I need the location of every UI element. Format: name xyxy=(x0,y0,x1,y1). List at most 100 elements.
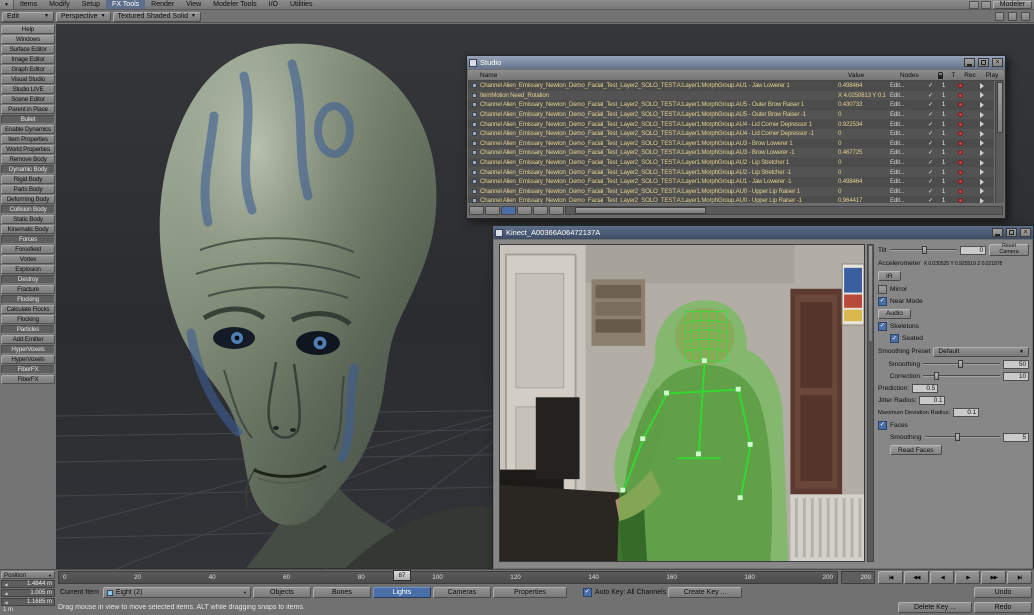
near-mode-checkbox[interactable]: ✓ xyxy=(878,297,887,306)
item-type-button[interactable]: Objects xyxy=(253,587,311,598)
enable-checkmark[interactable]: ✓ xyxy=(924,130,937,137)
max-deviation-value[interactable]: 0.1 xyxy=(953,408,979,417)
smoothing-preset-dropdown[interactable]: Default ▼ xyxy=(933,347,1029,357)
sidebar-item[interactable]: Rigid Body xyxy=(1,175,55,184)
item-type-button[interactable]: Bones xyxy=(313,587,371,598)
table-row[interactable]: Channel Alien_Emissary_Newton_Demo_Facia… xyxy=(468,81,994,91)
sidebar-item[interactable]: Parent in Place xyxy=(1,105,55,114)
close-button[interactable]: × xyxy=(1020,228,1031,237)
minimize-button[interactable] xyxy=(992,228,1003,237)
viewport-zoom-icon[interactable] xyxy=(1021,12,1030,21)
sidebar-item[interactable]: Studio LIVE xyxy=(1,85,55,94)
play-button[interactable] xyxy=(970,188,994,194)
sidebar-item[interactable]: Kinematic Body xyxy=(1,225,55,234)
scrollbar-thumb[interactable] xyxy=(869,246,872,341)
enable-checkmark[interactable]: ✓ xyxy=(924,111,937,118)
enable-checkmark[interactable]: ✓ xyxy=(924,149,937,156)
record-button[interactable] xyxy=(950,131,970,136)
transport-button[interactable]: |◀ xyxy=(878,571,903,584)
minimize-button[interactable] xyxy=(964,58,975,67)
delete-key-button[interactable]: Delete Key ... xyxy=(898,602,972,613)
record-button[interactable] xyxy=(950,179,970,184)
channel-value[interactable]: 0 xyxy=(838,130,890,137)
y-position-stepper[interactable]: ◀ xyxy=(2,591,10,596)
column-play[interactable]: Play xyxy=(980,72,1004,79)
position-mode-dropdown[interactable]: Position ▼ xyxy=(1,571,55,579)
channel-value[interactable]: 0.498464 xyxy=(838,178,890,185)
play-button[interactable] xyxy=(970,112,994,118)
record-button[interactable] xyxy=(950,83,970,88)
frame-slider-handle[interactable]: 87 xyxy=(393,570,411,581)
record-button[interactable] xyxy=(950,141,970,146)
x-position-field[interactable]: ◀ 1.4844 m xyxy=(1,580,55,588)
channel-value[interactable]: 0.467725 xyxy=(838,149,890,156)
seated-checkbox[interactable]: ✓ xyxy=(890,334,899,343)
table-row[interactable]: Channel Alien_Emissary_Newton_Demo_Facia… xyxy=(468,129,994,139)
menu-item[interactable]: I/O xyxy=(263,0,284,9)
smoothing-slider[interactable] xyxy=(923,360,1000,368)
nodes-edit-button[interactable]: Edit... xyxy=(890,101,924,108)
channel-value[interactable]: 0 xyxy=(838,188,890,195)
maximize-button[interactable] xyxy=(1006,228,1017,237)
enable-checkmark[interactable]: ✓ xyxy=(924,178,937,185)
play-button[interactable] xyxy=(970,121,994,127)
play-button[interactable] xyxy=(970,83,994,89)
redo-button[interactable]: Redo xyxy=(974,602,1032,613)
tilt-value[interactable]: 0 xyxy=(960,246,986,255)
sidebar-item[interactable]: Fracture xyxy=(1,285,55,294)
menu-item[interactable]: View xyxy=(180,0,207,9)
viewport-rotate-icon[interactable] xyxy=(995,12,1004,21)
transport-button[interactable]: ◀◀ xyxy=(904,571,929,584)
x-position-stepper[interactable]: ◀ xyxy=(2,582,10,587)
column-t[interactable]: T xyxy=(947,72,960,79)
sidebar-item[interactable]: Parts Body xyxy=(1,185,55,194)
nodes-edit-button[interactable]: Edit... xyxy=(890,188,924,195)
current-item-dropdown[interactable]: Eight (2) ▼ xyxy=(103,587,251,598)
jitter-radius-value[interactable]: 0.1 xyxy=(919,396,945,405)
play-button[interactable] xyxy=(970,179,994,185)
sidebar-item[interactable]: FiberFX xyxy=(1,375,55,384)
column-nodes[interactable]: Nodes xyxy=(900,72,934,79)
studio-titlebar[interactable]: Studio × xyxy=(467,56,1005,69)
sidebar-item[interactable]: Add Emitter xyxy=(1,335,55,344)
enable-checkmark[interactable]: ✓ xyxy=(924,188,937,195)
correction-value[interactable]: 10 xyxy=(1003,372,1029,381)
timeline-ruler[interactable]: 020406080100120140160180200 xyxy=(58,571,838,584)
viewport-pan-icon[interactable] xyxy=(1008,12,1017,21)
nodes-edit-button[interactable]: Edit... xyxy=(890,111,924,118)
face-smoothing-slider[interactable] xyxy=(925,433,1000,441)
table-row[interactable]: Channel Alien_Emissary_Newton_Demo_Facia… xyxy=(468,177,994,187)
record-button[interactable] xyxy=(950,170,970,175)
channel-value[interactable]: 0 xyxy=(838,140,890,147)
enable-checkmark[interactable]: ✓ xyxy=(924,82,937,89)
maximize-button[interactable] xyxy=(978,58,989,67)
sidebar-item[interactable]: Surface Editor xyxy=(1,45,55,54)
sidebar-item[interactable]: Deforming Body xyxy=(1,195,55,204)
item-type-button[interactable]: Cameras xyxy=(433,587,491,598)
prediction-value[interactable]: 0.5 xyxy=(912,384,938,393)
kinect-video-feed[interactable] xyxy=(499,244,865,562)
channel-value[interactable]: 0.964417 xyxy=(838,197,890,203)
table-row[interactable]: Channel Alien_Emissary_Newton_Demo_Facia… xyxy=(468,158,994,168)
table-row[interactable]: Channel Alien_Emissary_Newton_Demo_Facia… xyxy=(468,148,994,158)
table-row[interactable]: Channel Alien_Emissary_Newton_Demo_Facia… xyxy=(468,119,994,129)
nodes-edit-button[interactable]: Edit... xyxy=(890,130,924,137)
enable-checkmark[interactable]: ✓ xyxy=(924,140,937,147)
skeletons-checkbox[interactable]: ✓ xyxy=(878,322,887,331)
play-button[interactable] xyxy=(970,131,994,137)
z-position-stepper[interactable]: ◀ xyxy=(2,600,10,605)
sidebar-item[interactable]: Windows xyxy=(1,35,55,44)
menu-item[interactable]: FX Tools xyxy=(106,0,145,9)
read-faces-button[interactable]: Read Faces xyxy=(890,445,942,455)
sidebar-item[interactable]: Remove Body xyxy=(1,155,55,164)
sidebar-item[interactable]: Help xyxy=(1,25,55,34)
reset-camera-button[interactable]: Reset Camera xyxy=(989,244,1029,256)
menu-item[interactable]: Items xyxy=(14,0,43,9)
screen-layout-icon[interactable] xyxy=(969,1,979,9)
scrollbar-thumb[interactable] xyxy=(997,82,1003,133)
table-row[interactable]: Channel Alien_Emissary_Newton_Demo_Facia… xyxy=(468,196,994,203)
create-key-button[interactable]: Create Key ... xyxy=(668,587,742,598)
record-button[interactable] xyxy=(950,122,970,127)
table-row[interactable]: Channel Alien_Emissary_Newton_Demo_Facia… xyxy=(468,139,994,149)
kinect-titlebar[interactable]: Kinect_A00366A06472137A × xyxy=(493,226,1033,239)
